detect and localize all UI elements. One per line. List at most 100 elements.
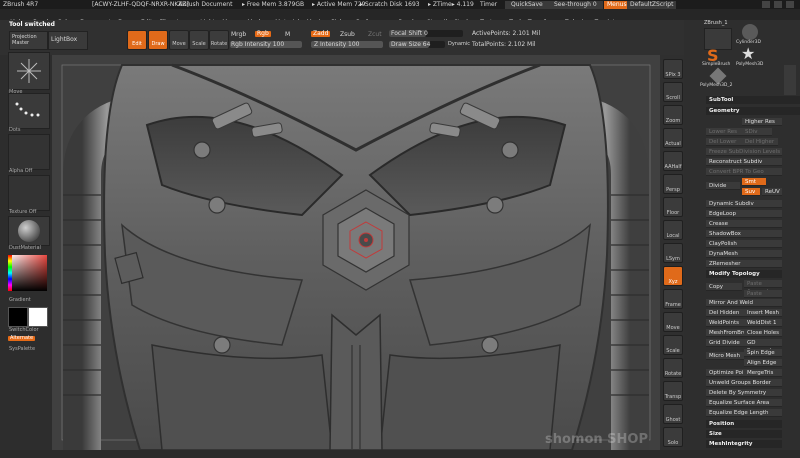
del-lower-button[interactable]: Del Lower	[706, 138, 742, 146]
lower-res-button[interactable]: Lower Res	[706, 128, 742, 136]
shadowbox-button[interactable]: ShadowBox	[706, 230, 782, 238]
del-hidden-button[interactable]: Del Hidden	[706, 309, 744, 317]
shelf-spix-3-button[interactable]: SPix 3	[663, 59, 683, 79]
edit-button[interactable]: Edit	[127, 30, 147, 50]
polymesh-star-icon[interactable]: ★	[741, 46, 759, 62]
position-button[interactable]: Position	[706, 420, 782, 428]
draw-button[interactable]: Draw	[148, 30, 168, 50]
convert-bpr-button[interactable]: Convert BPR To Geo	[706, 168, 782, 176]
shelf-transp-button[interactable]: Transp	[663, 381, 683, 401]
sdiv-button[interactable]: SDiv	[742, 128, 772, 136]
panel-scrollbar[interactable]	[784, 65, 796, 95]
insert-mesh-button[interactable]: Insert Mesh	[744, 309, 782, 317]
paste-replace-button[interactable]: Paste Replace	[744, 290, 782, 305]
micro-mesh-button[interactable]: Micro Mesh	[706, 352, 744, 360]
align-edge-button[interactable]: Align Edge	[744, 359, 782, 367]
m-button[interactable]: M	[285, 32, 290, 38]
dynamesh-button[interactable]: DynaMesh	[706, 250, 782, 258]
unweld-groups-button[interactable]: Unweld Groups Border	[706, 379, 782, 387]
equalize-edge-button[interactable]: Equalize Edge Length	[706, 409, 782, 417]
projection-master-button[interactable]: Projection Master	[9, 31, 48, 50]
lightbox-button[interactable]: LightBox	[48, 31, 88, 50]
grid-divide-button[interactable]: Grid Divide	[706, 339, 744, 347]
alternate-button[interactable]: Alternate	[8, 336, 36, 341]
maximize-icon[interactable]	[774, 1, 782, 8]
zremesher-button[interactable]: ZRemesher	[706, 260, 782, 268]
shelf-xyz-button[interactable]: Xyz	[663, 266, 683, 286]
zsub-button[interactable]: Zsub	[340, 32, 355, 38]
suv-button[interactable]: Suv	[742, 188, 760, 196]
claypolish-button[interactable]: ClayPolish	[706, 240, 782, 248]
weld-dist-button[interactable]: WeldDist 1	[744, 319, 782, 327]
syspalette-button[interactable]: SysPalette	[9, 346, 35, 352]
modify-topology-button[interactable]: Modify Topology	[706, 270, 782, 278]
weldpoints-button[interactable]: WeldPoints	[706, 319, 744, 327]
stroke-selector[interactable]	[8, 93, 50, 129]
mesh-integrity-button[interactable]: MeshIntegrity	[706, 440, 782, 448]
gd-segments-button[interactable]: GD Segments	[744, 339, 782, 354]
scale-button[interactable]: Scale	[189, 30, 209, 50]
quicksave-button[interactable]: QuickSave	[505, 1, 549, 9]
copy-button[interactable]: Copy	[706, 283, 742, 291]
main-color-swatch[interactable]	[28, 307, 48, 327]
menus-button[interactable]: Menus	[604, 1, 630, 9]
mrgb-button[interactable]: Mrgb	[231, 32, 246, 38]
reconstruct-button[interactable]: Reconstruct Subdiv	[706, 158, 782, 166]
material-selector[interactable]	[8, 216, 50, 246]
geometry-button[interactable]: Geometry	[706, 107, 800, 115]
shelf-zoom-button[interactable]: Zoom	[663, 105, 683, 125]
freeze-subdiv-button[interactable]: Freeze SubDivision Levels	[706, 148, 782, 156]
smt-button[interactable]: Smt	[742, 178, 766, 186]
texture-selector[interactable]	[8, 175, 50, 211]
polymesh2-thumb[interactable]	[709, 67, 727, 85]
alpha-selector[interactable]	[8, 134, 50, 170]
spin-edge-button[interactable]: Spin Edge	[744, 349, 782, 357]
crease-button[interactable]: Crease	[706, 220, 782, 228]
shelf-frame-button[interactable]: Frame	[663, 289, 683, 309]
shelf-solo-button[interactable]: Solo	[663, 427, 683, 447]
shelf-ghost-button[interactable]: Ghost	[663, 404, 683, 424]
zadd-button[interactable]: Zadd	[311, 31, 331, 37]
canvas-viewport[interactable]: shomon SHOP	[52, 55, 660, 450]
shelf-floor-button[interactable]: Floor	[663, 197, 683, 217]
merge-tris-button[interactable]: MergeTris	[744, 369, 782, 377]
brush-selector[interactable]	[8, 52, 50, 90]
hue-strip[interactable]	[8, 255, 12, 291]
relax-button[interactable]: ReUV	[762, 188, 782, 196]
minimize-icon[interactable]	[762, 1, 770, 8]
equalize-surface-button[interactable]: Equalize Surface Area	[706, 399, 782, 407]
see-through-slider[interactable]: See-through 0	[548, 1, 603, 9]
paste-append-button[interactable]: Paste Append	[744, 280, 782, 295]
close-holes-button[interactable]: Close Holes	[744, 329, 782, 337]
divide-button[interactable]: Divide	[706, 182, 740, 190]
shelf-actual-button[interactable]: Actual	[663, 128, 683, 148]
edgeloop-button[interactable]: EdgeLoop	[706, 210, 782, 218]
shelf-aahalf-button[interactable]: AAHalf	[663, 151, 683, 171]
zcut-button[interactable]: Zcut	[368, 32, 382, 38]
rgb-button[interactable]: Rgb	[255, 31, 271, 37]
shelf-lsym-button[interactable]: LSym	[663, 243, 683, 263]
shelf-scale-button[interactable]: Scale	[663, 335, 683, 355]
shelf-persp-button[interactable]: Persp	[663, 174, 683, 194]
gradient-button[interactable]: Gradient	[9, 297, 31, 303]
shelf-scroll-button[interactable]: Scroll	[663, 82, 683, 102]
dynamic-button[interactable]: Dynamic	[448, 42, 470, 47]
shelf-rotate-button[interactable]: Rotate	[663, 358, 683, 378]
dynamic-subdiv-button[interactable]: Dynamic Subdiv	[706, 200, 782, 208]
close-icon[interactable]	[786, 1, 794, 8]
move-button[interactable]: Move	[169, 30, 189, 50]
default-zscript-button[interactable]: DefaultZScript	[627, 1, 677, 9]
del-higher-button[interactable]: Del Higher	[742, 138, 778, 146]
rotate-button[interactable]: Rotate	[209, 30, 229, 50]
mirror-weld-button[interactable]: Mirror And Weld	[706, 299, 782, 307]
secondary-color-swatch[interactable]	[8, 307, 28, 327]
switch-color-button[interactable]: SwitchColor	[9, 327, 39, 333]
shelf-move-button[interactable]: Move	[663, 312, 683, 332]
cylinder-thumb[interactable]	[742, 24, 758, 40]
color-picker[interactable]	[8, 255, 47, 291]
subtool-button[interactable]: SubTool	[706, 96, 800, 104]
delete-symmetry-button[interactable]: Delete By Symmetry	[706, 389, 782, 397]
size-button[interactable]: Size	[706, 430, 782, 438]
shelf-local-button[interactable]: Local	[663, 220, 683, 240]
meshfromb-button[interactable]: MeshFromBrush	[706, 329, 753, 337]
